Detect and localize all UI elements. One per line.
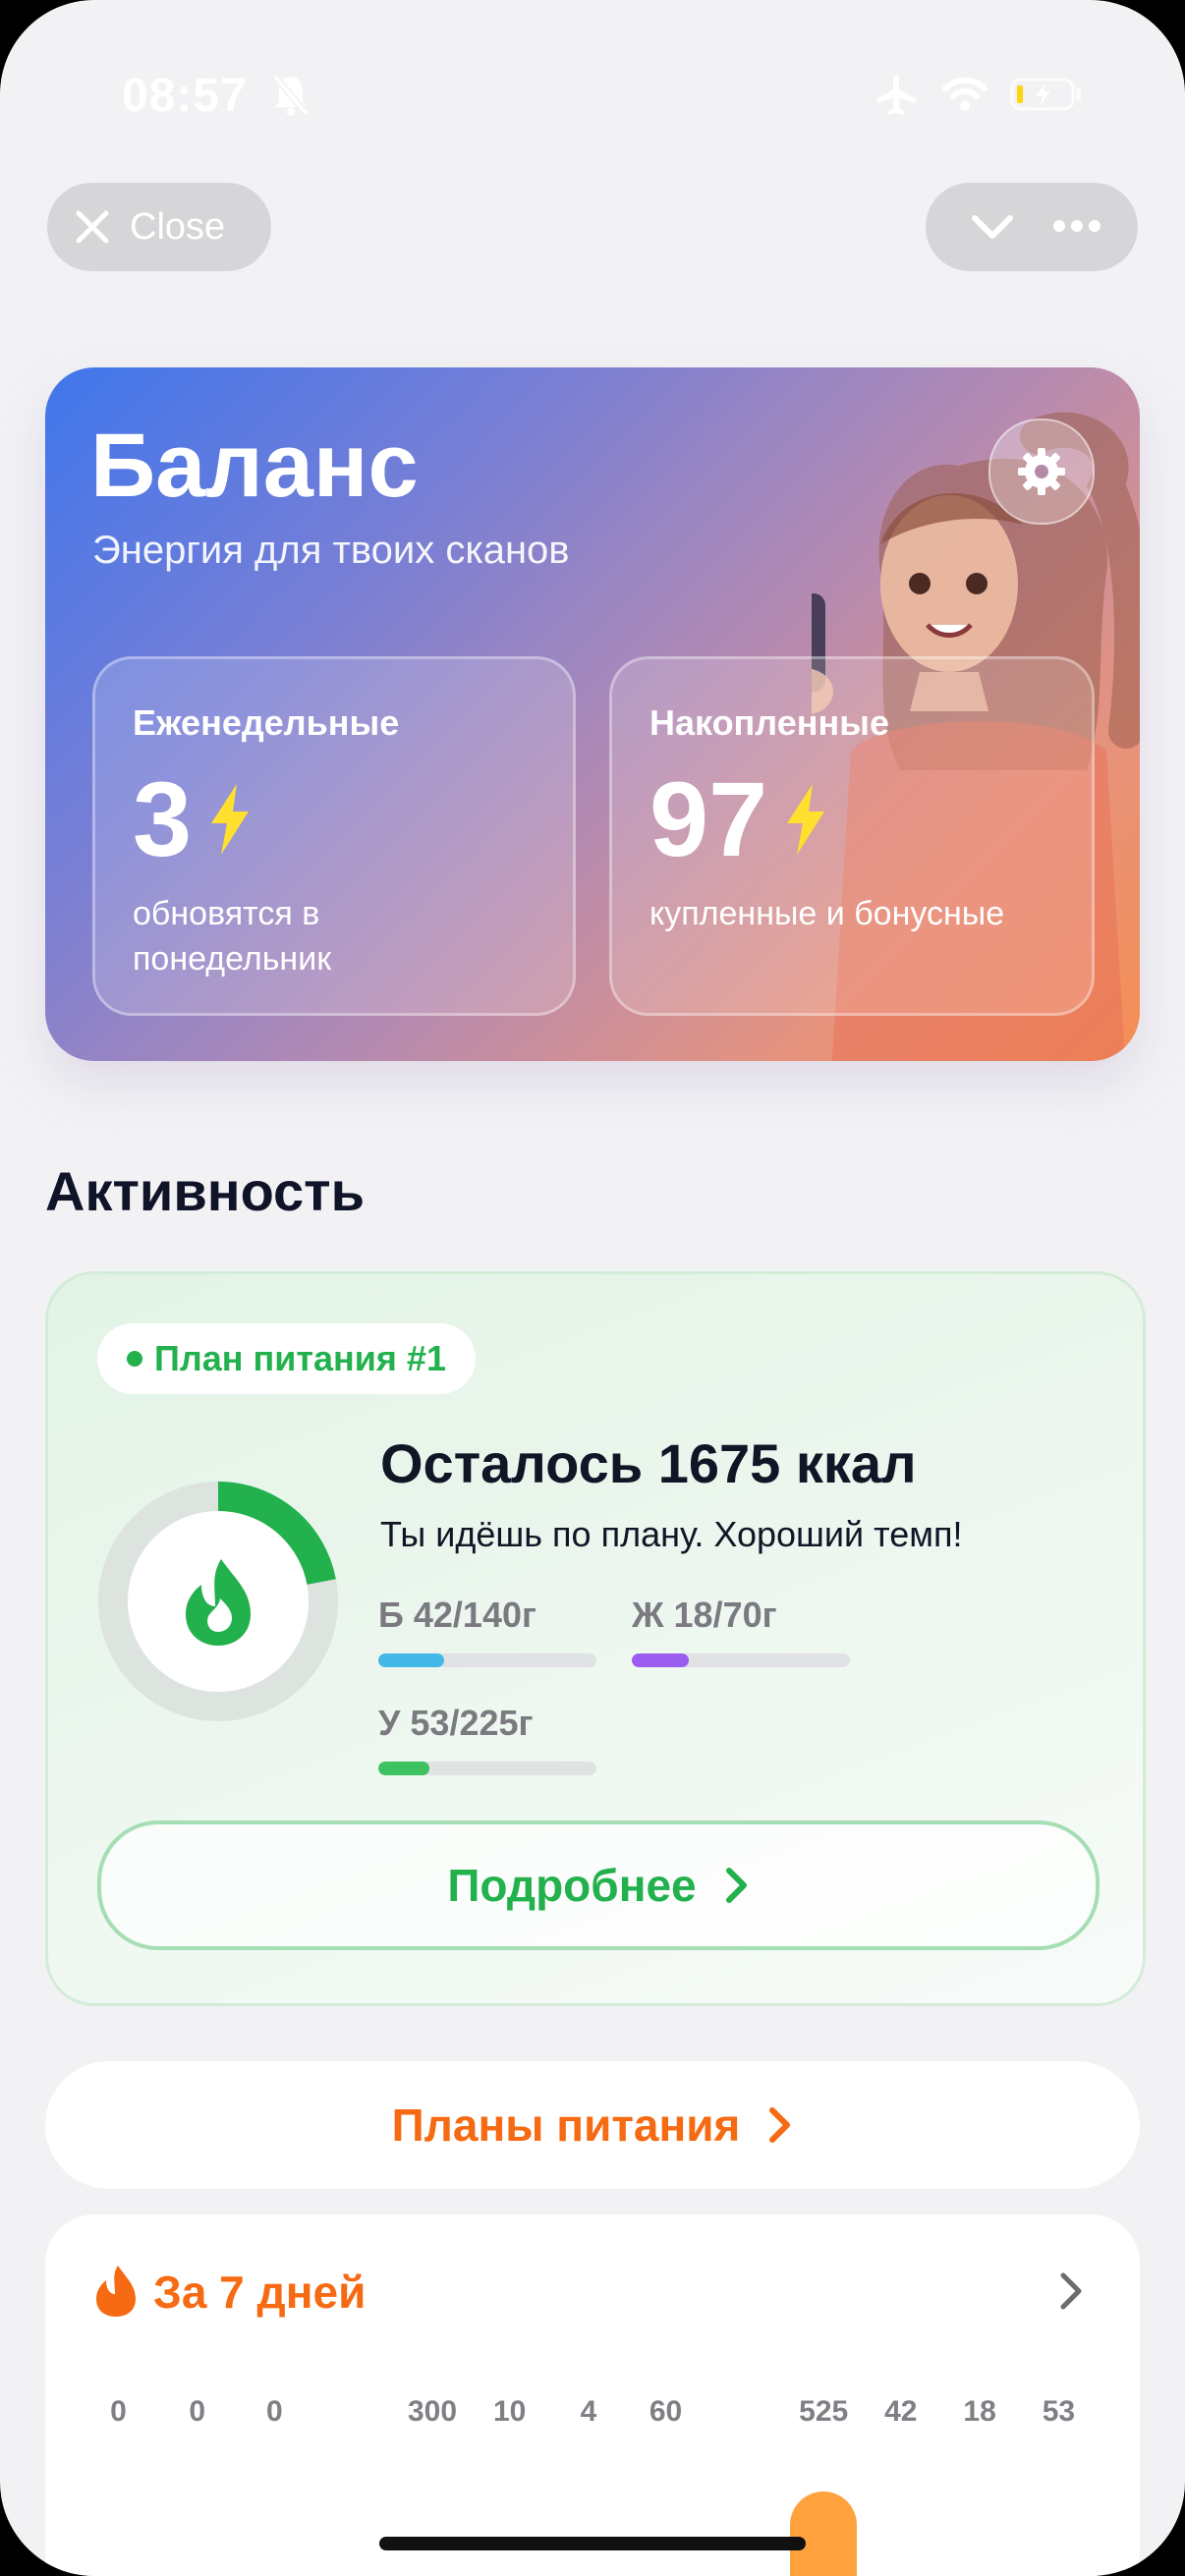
weekly-desc: обновятся в понедельник (133, 891, 331, 981)
details-button[interactable]: Подробнее (97, 1820, 1100, 1950)
top-menu-pill (926, 183, 1138, 271)
weekly-label: Еженедельные (133, 702, 400, 743)
close-icon (73, 207, 112, 247)
calories-remaining: Осталось 1675 ккал (380, 1432, 917, 1494)
stored-desc: купленные и бонусные (649, 895, 1005, 932)
macro-carbs-label: У 53/225г (378, 1703, 534, 1743)
macro-carbs-fill (378, 1762, 430, 1775)
weekly-energy-box: Еженедельные 3 обновятся в понедельник (92, 656, 576, 1016)
macro-fat: Ж 18/70г (632, 1595, 850, 1667)
chevron-right-icon[interactable] (1057, 2269, 1085, 2313)
status-icons (873, 73, 1083, 116)
lightning-icon (787, 783, 825, 855)
week-value: 0 (189, 2395, 206, 2428)
week-value: 4 (580, 2395, 597, 2428)
macro-fat-label: Ж 18/70г (632, 1595, 777, 1635)
macro-fat-fill (632, 1653, 689, 1667)
weekly-desc-line1: обновятся в (133, 895, 320, 932)
screen: 08:57 Close Баланс Энергия для твоих ска… (0, 0, 1185, 2576)
flame-icon (96, 2266, 136, 2317)
balance-card: Баланс Энергия для твоих сканов Еженедел… (45, 367, 1140, 1061)
stored-value: 97 (649, 759, 768, 878)
balance-subtitle: Энергия для твоих сканов (92, 529, 570, 572)
macro-protein: Б 42/140г (378, 1595, 596, 1667)
weekly-value: 3 (133, 759, 193, 878)
pace-message: Ты идёшь по плану. Хороший темп! (380, 1514, 963, 1554)
bell-muted-icon (271, 73, 310, 123)
meal-plans-label: Планы питания (391, 2100, 741, 2151)
weekly-desc-line2: понедельник (133, 940, 332, 978)
calorie-ring (98, 1482, 338, 1721)
chevron-right-icon (769, 2107, 791, 2143)
stored-label: Накопленные (649, 702, 889, 743)
macro-fat-bar (632, 1653, 850, 1667)
week-card[interactable]: За 7 дней 000030010460525421853 (45, 2214, 1140, 2576)
lightning-icon (211, 783, 250, 855)
gear-icon (1018, 448, 1065, 495)
macro-carbs-bar (378, 1762, 596, 1775)
status-dot (127, 1351, 142, 1367)
wifi-icon (942, 77, 988, 111)
battery-icon (1010, 78, 1081, 111)
week-value: 10 (492, 2395, 527, 2428)
activity-section-title: Активность (45, 1160, 366, 1222)
week-value: 0 (266, 2395, 283, 2428)
chevron-right-icon (725, 1868, 747, 1903)
plan-chip-label: План питания #1 (154, 1338, 446, 1378)
details-button-label: Подробнее (447, 1860, 697, 1911)
week-value: 42 (884, 2395, 918, 2428)
activity-card: План питания #1 Осталось 1675 ккал Ты ид… (45, 1271, 1146, 2006)
close-button[interactable]: Close (47, 183, 271, 271)
macro-carbs: У 53/225г (378, 1703, 596, 1775)
more-icon[interactable] (1051, 218, 1102, 234)
status-time: 08:57 (122, 70, 248, 122)
weekly-value-row: 3 (133, 757, 254, 880)
week-value: 53 (1042, 2395, 1076, 2428)
macro-protein-fill (378, 1653, 444, 1667)
plan-chip: План питания #1 (97, 1323, 476, 1394)
meal-plans-button[interactable]: Планы питания (45, 2061, 1140, 2189)
balance-title: Баланс (90, 416, 419, 516)
macro-protein-label: Б 42/140г (378, 1595, 536, 1635)
week-value: 525 (799, 2395, 849, 2428)
airplane-icon (876, 75, 916, 115)
macro-protein-bar (378, 1653, 596, 1667)
week-value: 18 (963, 2395, 996, 2428)
week-title: За 7 дней (153, 2267, 367, 2318)
week-value: 0 (110, 2395, 127, 2428)
week-value: 300 (407, 2395, 458, 2428)
week-value: 60 (649, 2395, 683, 2428)
stored-value-row: 97 (649, 757, 830, 880)
stored-energy-box: Накопленные 97 купленные и бонусные (609, 656, 1095, 1016)
settings-button[interactable] (988, 419, 1095, 525)
close-label: Close (130, 205, 226, 248)
home-indicator (379, 2537, 806, 2550)
week-bar (790, 2492, 858, 2576)
chevron-down-icon[interactable] (969, 210, 1016, 244)
